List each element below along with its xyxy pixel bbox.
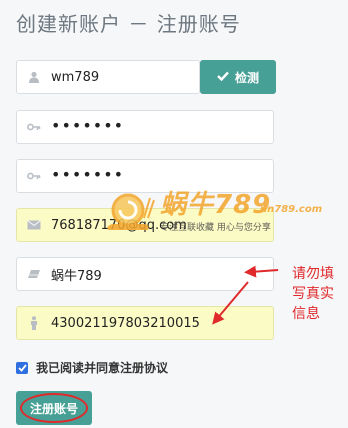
register-button[interactable]: 注册账号 — [16, 391, 92, 425]
real-name-value: 蜗牛789 — [51, 268, 102, 284]
check-button-label: 检测 — [234, 70, 259, 85]
username-field[interactable]: wm789 — [16, 60, 200, 94]
person-icon — [27, 316, 41, 330]
real-name-field[interactable]: 蜗牛789 — [16, 257, 274, 291]
key-icon — [27, 120, 41, 134]
email-field[interactable]: 768187170@qq.com — [16, 208, 274, 242]
warning-note: 请勿填写真实信息 — [292, 266, 334, 322]
email-value: 768187170@qq.com — [51, 217, 187, 233]
password-value: ••••••• — [51, 115, 125, 135]
eraser-icon — [27, 267, 41, 281]
agreement-checkbox-row[interactable]: 我已阅读并同意注册协议 — [16, 359, 168, 376]
key-icon — [27, 169, 41, 183]
user-icon — [27, 70, 41, 84]
username-value: wm789 — [51, 69, 100, 85]
confirm-password-value: ••••••• — [51, 164, 125, 184]
confirm-password-field[interactable]: ••••••• — [16, 159, 274, 193]
password-field[interactable]: ••••••• — [16, 110, 274, 144]
agreement-label: 我已阅读并同意注册协议 — [36, 361, 169, 375]
envelope-icon — [27, 218, 41, 232]
id-number-value: 430021197803210015 — [51, 315, 200, 331]
agreement-checkbox[interactable] — [16, 361, 28, 374]
check-username-button[interactable]: 检测 — [200, 60, 276, 94]
check-icon — [217, 70, 229, 84]
page-title: 创建新账户 － 注册账号 — [16, 12, 241, 36]
id-number-field[interactable]: 430021197803210015 — [16, 306, 274, 340]
